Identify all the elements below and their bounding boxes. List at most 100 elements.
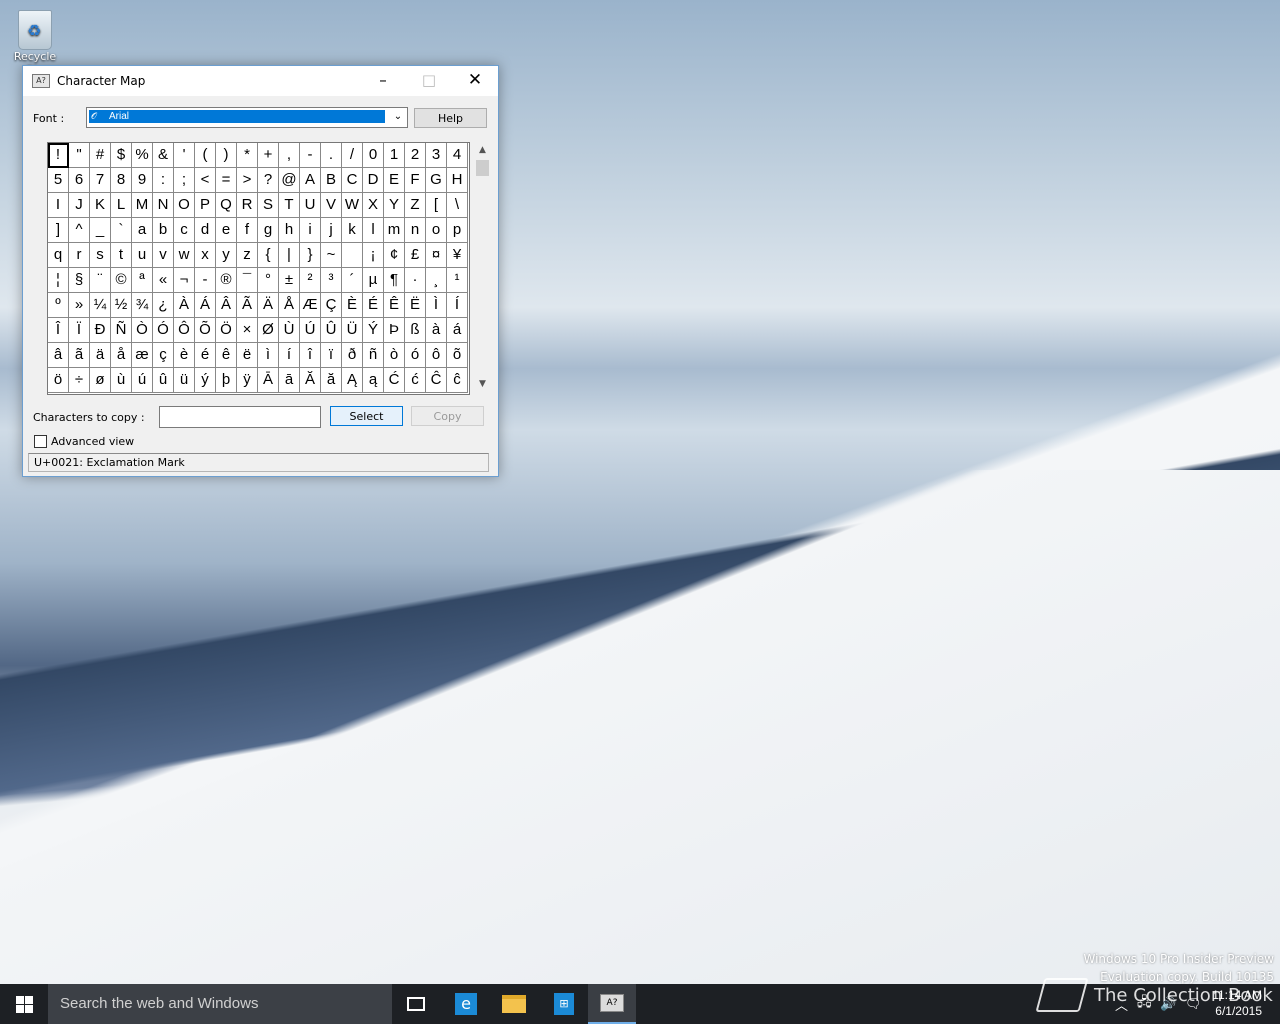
- character-cell[interactable]: Ñ: [111, 318, 132, 343]
- character-cell[interactable]: ·: [405, 268, 426, 293]
- character-cell[interactable]: ý: [195, 368, 216, 393]
- character-cell[interactable]: B: [321, 168, 342, 193]
- character-cell[interactable]: r: [69, 243, 90, 268]
- character-cell[interactable]: P: [195, 193, 216, 218]
- character-cell[interactable]: Ì: [426, 293, 447, 318]
- character-cell[interactable]: É: [363, 293, 384, 318]
- character-cell[interactable]: Æ: [300, 293, 321, 318]
- character-cell[interactable]: ñ: [363, 343, 384, 368]
- character-cell[interactable]: ó: [405, 343, 426, 368]
- character-cell[interactable]: Í: [447, 293, 468, 318]
- character-cell[interactable]: ,: [279, 143, 300, 168]
- character-cell[interactable]: ã: [69, 343, 90, 368]
- character-cell[interactable]: ^: [69, 218, 90, 243]
- character-cell[interactable]: ;: [174, 168, 195, 193]
- character-cell[interactable]: v: [153, 243, 174, 268]
- character-cell[interactable]: Ó: [153, 318, 174, 343]
- character-cell[interactable]: ë: [237, 343, 258, 368]
- character-cell[interactable]: Ä: [258, 293, 279, 318]
- character-cell[interactable]: ö: [48, 368, 69, 393]
- character-cell[interactable]: ¾: [132, 293, 153, 318]
- character-cell[interactable]: ï: [321, 343, 342, 368]
- character-cell[interactable]: Ï: [69, 318, 90, 343]
- character-cell[interactable]: ¿: [153, 293, 174, 318]
- character-cell[interactable]: O: [174, 193, 195, 218]
- character-cell[interactable]: ¼: [90, 293, 111, 318]
- character-cell[interactable]: ¶: [384, 268, 405, 293]
- character-cell[interactable]: î: [300, 343, 321, 368]
- minimize-button[interactable]: –: [360, 66, 406, 96]
- character-cell[interactable]: y: [216, 243, 237, 268]
- character-cell[interactable]: S: [258, 193, 279, 218]
- character-cell[interactable]: s: [90, 243, 111, 268]
- character-cell[interactable]: 7: [90, 168, 111, 193]
- character-cell[interactable]: :: [153, 168, 174, 193]
- character-cell[interactable]: í: [279, 343, 300, 368]
- character-cell[interactable]: ¡: [363, 243, 384, 268]
- character-cell[interactable]: ³: [321, 268, 342, 293]
- character-cell[interactable]: Ù: [279, 318, 300, 343]
- scrollbar-thumb[interactable]: [476, 160, 489, 176]
- character-cell[interactable]: u: [132, 243, 153, 268]
- character-cell[interactable]: ß: [405, 318, 426, 343]
- character-cell[interactable]: ĉ: [447, 368, 468, 393]
- character-cell[interactable]: È: [342, 293, 363, 318]
- character-cell[interactable]: å: [111, 343, 132, 368]
- character-cell[interactable]: -: [195, 268, 216, 293]
- character-cell[interactable]: ®: [216, 268, 237, 293]
- character-cell[interactable]: H: [447, 168, 468, 193]
- character-cell[interactable]: %: [132, 143, 153, 168]
- character-cell[interactable]: z: [237, 243, 258, 268]
- character-cell[interactable]: Ą: [342, 368, 363, 393]
- character-cell[interactable]: Ĉ: [426, 368, 447, 393]
- taskbar-search-box[interactable]: Search the web and Windows: [48, 984, 392, 1024]
- character-cell[interactable]: T: [279, 193, 300, 218]
- character-cell[interactable]: õ: [447, 343, 468, 368]
- character-cell[interactable]: 3: [426, 143, 447, 168]
- character-cell[interactable]: h: [279, 218, 300, 243]
- character-cell[interactable]: «: [153, 268, 174, 293]
- character-cell[interactable]: ]: [48, 218, 69, 243]
- character-cell[interactable]: ò: [384, 343, 405, 368]
- character-cell[interactable]: +: [258, 143, 279, 168]
- character-cell[interactable]: Z: [405, 193, 426, 218]
- character-cell[interactable]: â: [48, 343, 69, 368]
- scroll-up-icon[interactable]: ▲: [474, 142, 491, 159]
- character-cell[interactable]: µ: [363, 268, 384, 293]
- help-button[interactable]: Help: [414, 108, 487, 128]
- character-cell[interactable]: b: [153, 218, 174, 243]
- character-cell[interactable]: I: [48, 193, 69, 218]
- grid-scrollbar[interactable]: ▲ ▼: [474, 142, 491, 393]
- character-cell[interactable]: >: [237, 168, 258, 193]
- character-cell[interactable]: ç: [153, 343, 174, 368]
- character-cell[interactable]: x: [195, 243, 216, 268]
- character-cell[interactable]: C: [342, 168, 363, 193]
- character-cell[interactable]: ÷: [69, 368, 90, 393]
- character-cell[interactable]: ): [216, 143, 237, 168]
- character-cell[interactable]: /: [342, 143, 363, 168]
- character-cell[interactable]: L: [111, 193, 132, 218]
- character-cell[interactable]: Ê: [384, 293, 405, 318]
- character-cell[interactable]: g: [258, 218, 279, 243]
- character-cell[interactable]: ¹: [447, 268, 468, 293]
- character-cell[interactable]: [342, 243, 363, 268]
- file-explorer-button[interactable]: [490, 984, 538, 1024]
- character-cell[interactable]: .: [321, 143, 342, 168]
- character-cell[interactable]: W: [342, 193, 363, 218]
- character-cell[interactable]: ~: [321, 243, 342, 268]
- character-cell[interactable]: (: [195, 143, 216, 168]
- character-cell[interactable]: ä: [90, 343, 111, 368]
- character-cell[interactable]: Õ: [195, 318, 216, 343]
- character-cell[interactable]: J: [69, 193, 90, 218]
- character-cell[interactable]: ü: [174, 368, 195, 393]
- character-cell[interactable]: û: [153, 368, 174, 393]
- character-cell[interactable]: æ: [132, 343, 153, 368]
- character-cell[interactable]: Ò: [132, 318, 153, 343]
- character-cell[interactable]: N: [153, 193, 174, 218]
- copy-button[interactable]: Copy: [411, 406, 484, 426]
- character-cell[interactable]: K: [90, 193, 111, 218]
- character-cell[interactable]: {: [258, 243, 279, 268]
- character-cell[interactable]: _: [90, 218, 111, 243]
- scroll-down-icon[interactable]: ▼: [474, 376, 491, 393]
- character-cell[interactable]: À: [174, 293, 195, 318]
